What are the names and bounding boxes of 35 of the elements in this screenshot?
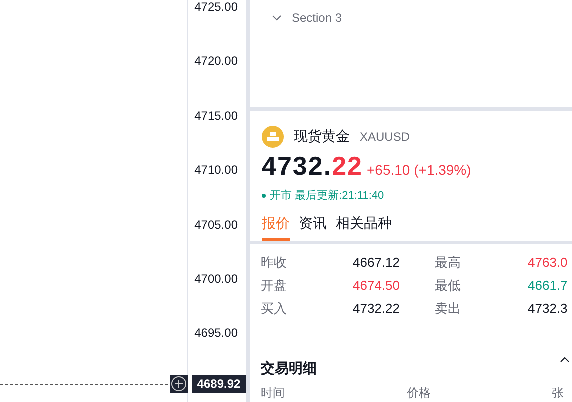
price-change: +65.10 (+1.39%) xyxy=(367,160,472,180)
add-circle-icon[interactable] xyxy=(170,375,188,393)
stat-value: 4763.0 xyxy=(528,254,568,272)
stat-value: 4732.22 xyxy=(353,300,401,318)
column-header: 时间 xyxy=(261,385,286,402)
market-status: 开市 最后更新:21:11:40 xyxy=(270,188,384,204)
chevron-icon[interactable] xyxy=(560,356,570,362)
stat-value: 4661.7 xyxy=(528,277,568,295)
axis-price-label: 4720.00 xyxy=(194,54,238,70)
stat-value: 4732.3 xyxy=(528,300,568,318)
axis-price-label: 4700.00 xyxy=(194,272,238,287)
stat-label: 卖出 xyxy=(435,300,462,318)
stat-label: 开盘 xyxy=(261,277,288,295)
instrument-symbol: XAUUSD xyxy=(360,128,410,146)
column-header: 价格 xyxy=(407,385,432,402)
crosshair-price-label: 4689.92 xyxy=(192,375,246,393)
axis-price-label: 4715.00 xyxy=(194,108,238,124)
column-header: 张 xyxy=(552,385,565,402)
axis-price-label: 4725.00 xyxy=(194,0,238,15)
section-header[interactable]: Section 3 xyxy=(272,9,342,27)
stat-label: 最高 xyxy=(435,254,462,272)
stat-label: 最低 xyxy=(435,277,462,295)
tab[interactable]: 资讯 xyxy=(299,214,327,242)
instrument-name: 现货黄金 xyxy=(294,127,350,146)
trades-title: 交易明细 xyxy=(261,359,317,378)
axis-price-label: 4705.00 xyxy=(194,218,238,233)
stat-value: 4667.12 xyxy=(353,254,401,272)
tab[interactable]: 相关品种 xyxy=(336,214,392,242)
axis-price-label: 4695.00 xyxy=(194,326,238,342)
stat-label: 昨收 xyxy=(261,254,288,272)
stat-label: 买入 xyxy=(261,300,288,318)
bullion-icon xyxy=(262,126,284,148)
stat-value: 4674.50 xyxy=(353,277,401,295)
price-value: 4732.22 xyxy=(262,150,363,182)
axis-price-label: 4710.00 xyxy=(194,163,238,178)
